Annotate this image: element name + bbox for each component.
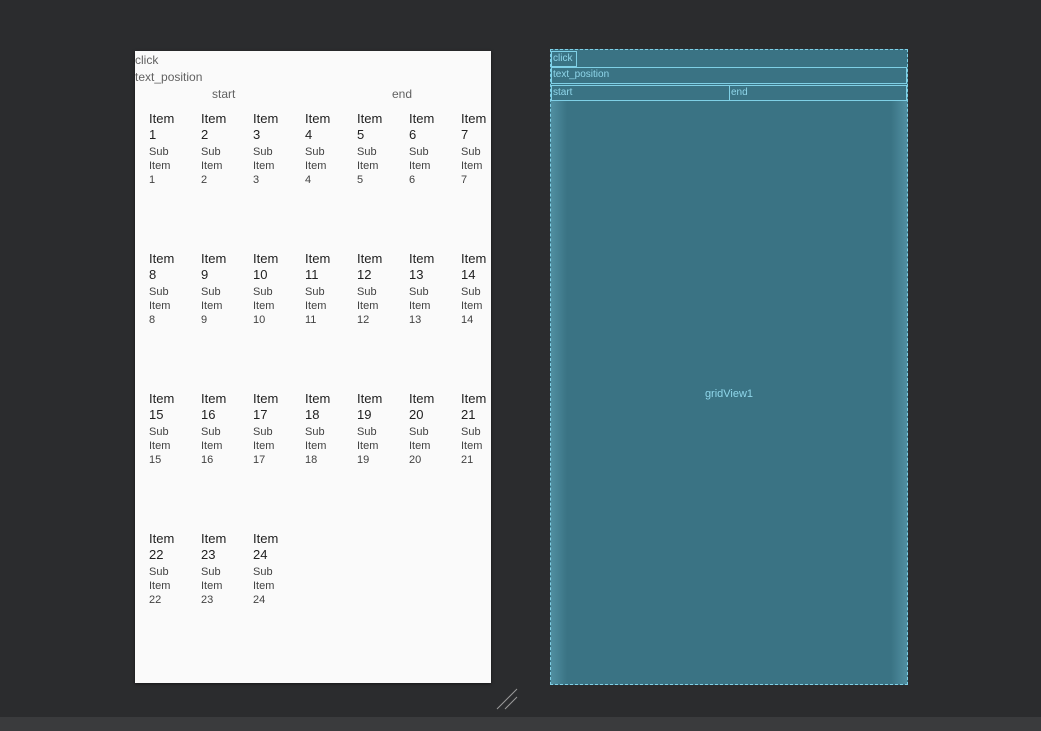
grid-item[interactable]: Item 3 Sub Item 3 xyxy=(253,111,283,187)
click-textview[interactable]: click xyxy=(135,53,158,67)
grid-item-subtitle: Sub Item 13 xyxy=(409,286,431,326)
end-textview[interactable]: end xyxy=(392,87,412,101)
grid-item-subtitle: Sub Item 19 xyxy=(357,426,379,466)
grid-item-title: Item 4 xyxy=(305,111,331,142)
grid-item-title: Item 8 xyxy=(149,251,175,282)
grid-item-subtitle: Sub Item 11 xyxy=(305,286,327,326)
grid-item-subtitle: Sub Item 23 xyxy=(201,566,223,606)
grid-item-title: Item 5 xyxy=(357,111,383,142)
blueprint-view[interactable]: click text_position start end gridView1 xyxy=(550,49,908,685)
grid-item-title: Item 7 xyxy=(461,111,487,142)
grid-item-subtitle: Sub Item 3 xyxy=(253,146,275,186)
grid-item-subtitle: Sub Item 22 xyxy=(149,566,171,606)
grid-item-title: Item 22 xyxy=(149,531,175,562)
grid-view[interactable]: Item 1 Sub Item 1 Item 2 Sub Item 2 Item 3 Su… xyxy=(135,111,491,683)
grid-item-title: Item 2 xyxy=(201,111,227,142)
grid-item-subtitle: Sub Item 4 xyxy=(305,146,327,186)
grid-item-subtitle: Sub Item 10 xyxy=(253,286,275,326)
grid-item[interactable]: Item 15 Sub Item 15 xyxy=(149,391,179,467)
grid-item-subtitle: Sub Item 7 xyxy=(461,146,483,186)
blueprint-end-box[interactable]: end xyxy=(729,85,907,101)
blueprint-start-box[interactable]: start xyxy=(551,85,730,101)
grid-item-title: Item 12 xyxy=(357,251,383,282)
grid-item-subtitle: Sub Item 8 xyxy=(149,286,171,326)
status-bar xyxy=(0,717,1041,731)
grid-item-title: Item 17 xyxy=(253,391,279,422)
grid-item[interactable]: Item 19 Sub Item 19 xyxy=(357,391,387,467)
grid-item[interactable]: Item 9 Sub Item 9 xyxy=(201,251,231,327)
blueprint-gridview-label: gridView1 xyxy=(704,388,754,400)
grid-item[interactable]: Item 2 Sub Item 2 xyxy=(201,111,231,187)
grid-item-title: Item 16 xyxy=(201,391,227,422)
grid-item-subtitle: Sub Item 24 xyxy=(253,566,275,606)
grid-item[interactable]: Item 16 Sub Item 16 xyxy=(201,391,231,467)
grid-item-title: Item 23 xyxy=(201,531,227,562)
grid-item[interactable]: Item 11 Sub Item 11 xyxy=(305,251,335,327)
grid-item-subtitle: Sub Item 15 xyxy=(149,426,171,466)
grid-item-title: Item 9 xyxy=(201,251,227,282)
grid-item-subtitle: Sub Item 21 xyxy=(461,426,483,466)
start-textview[interactable]: start xyxy=(212,87,235,101)
grid-item[interactable]: Item 5 Sub Item 5 xyxy=(357,111,387,187)
grid-item-title: Item 24 xyxy=(253,531,279,562)
grid-item[interactable]: Item 20 Sub Item 20 xyxy=(409,391,439,467)
grid-item[interactable]: Item 24 Sub Item 24 xyxy=(253,531,283,607)
grid-item[interactable]: Item 17 Sub Item 17 xyxy=(253,391,283,467)
grid-item-subtitle: Sub Item 20 xyxy=(409,426,431,466)
grid-item[interactable]: Item 18 Sub Item 18 xyxy=(305,391,335,467)
blueprint-text-position-box[interactable]: text_position xyxy=(551,67,907,84)
design-preview[interactable]: click text_position start end Item 1 Sub … xyxy=(135,51,491,683)
grid-item-subtitle: Sub Item 9 xyxy=(201,286,223,326)
grid-item-title: Item 11 xyxy=(305,251,331,282)
text-position-textview[interactable]: text_position xyxy=(135,70,202,84)
grid-item-title: Item 18 xyxy=(305,391,331,422)
grid-item-title: Item 14 xyxy=(461,251,487,282)
resize-handle-icon[interactable] xyxy=(495,687,519,711)
grid-item-title: Item 1 xyxy=(149,111,175,142)
grid-item[interactable]: Item 8 Sub Item 8 xyxy=(149,251,179,327)
grid-item[interactable]: Item 1 Sub Item 1 xyxy=(149,111,179,187)
grid-item-subtitle: Sub Item 12 xyxy=(357,286,379,326)
grid-item-title: Item 13 xyxy=(409,251,435,282)
grid-item-title: Item 21 xyxy=(461,391,487,422)
grid-item[interactable]: Item 23 Sub Item 23 xyxy=(201,531,231,607)
grid-item[interactable]: Item 12 Sub Item 12 xyxy=(357,251,387,327)
grid-item-subtitle: Sub Item 18 xyxy=(305,426,327,466)
grid-item[interactable]: Item 13 Sub Item 13 xyxy=(409,251,439,327)
grid-item-subtitle: Sub Item 16 xyxy=(201,426,223,466)
grid-item-title: Item 10 xyxy=(253,251,279,282)
grid-item[interactable]: Item 22 Sub Item 22 xyxy=(149,531,179,607)
grid-item[interactable]: Item 14 Sub Item 14 xyxy=(461,251,491,327)
blueprint-click-box[interactable]: click xyxy=(551,51,577,67)
grid-item-subtitle: Sub Item 14 xyxy=(461,286,483,326)
grid-item[interactable]: Item 4 Sub Item 4 xyxy=(305,111,335,187)
grid-item[interactable]: Item 10 Sub Item 10 xyxy=(253,251,283,327)
grid-item-title: Item 3 xyxy=(253,111,279,142)
grid-item-title: Item 15 xyxy=(149,391,175,422)
grid-item[interactable]: Item 7 Sub Item 7 xyxy=(461,111,491,187)
grid-item-subtitle: Sub Item 1 xyxy=(149,146,171,186)
grid-item-subtitle: Sub Item 17 xyxy=(253,426,275,466)
grid-item-subtitle: Sub Item 5 xyxy=(357,146,379,186)
grid-item-subtitle: Sub Item 2 xyxy=(201,146,223,186)
grid-item[interactable]: Item 6 Sub Item 6 xyxy=(409,111,439,187)
grid-item-subtitle: Sub Item 6 xyxy=(409,146,431,186)
grid-item-title: Item 20 xyxy=(409,391,435,422)
grid-item[interactable]: Item 21 Sub Item 21 xyxy=(461,391,491,467)
grid-item-title: Item 19 xyxy=(357,391,383,422)
grid-item-title: Item 6 xyxy=(409,111,435,142)
